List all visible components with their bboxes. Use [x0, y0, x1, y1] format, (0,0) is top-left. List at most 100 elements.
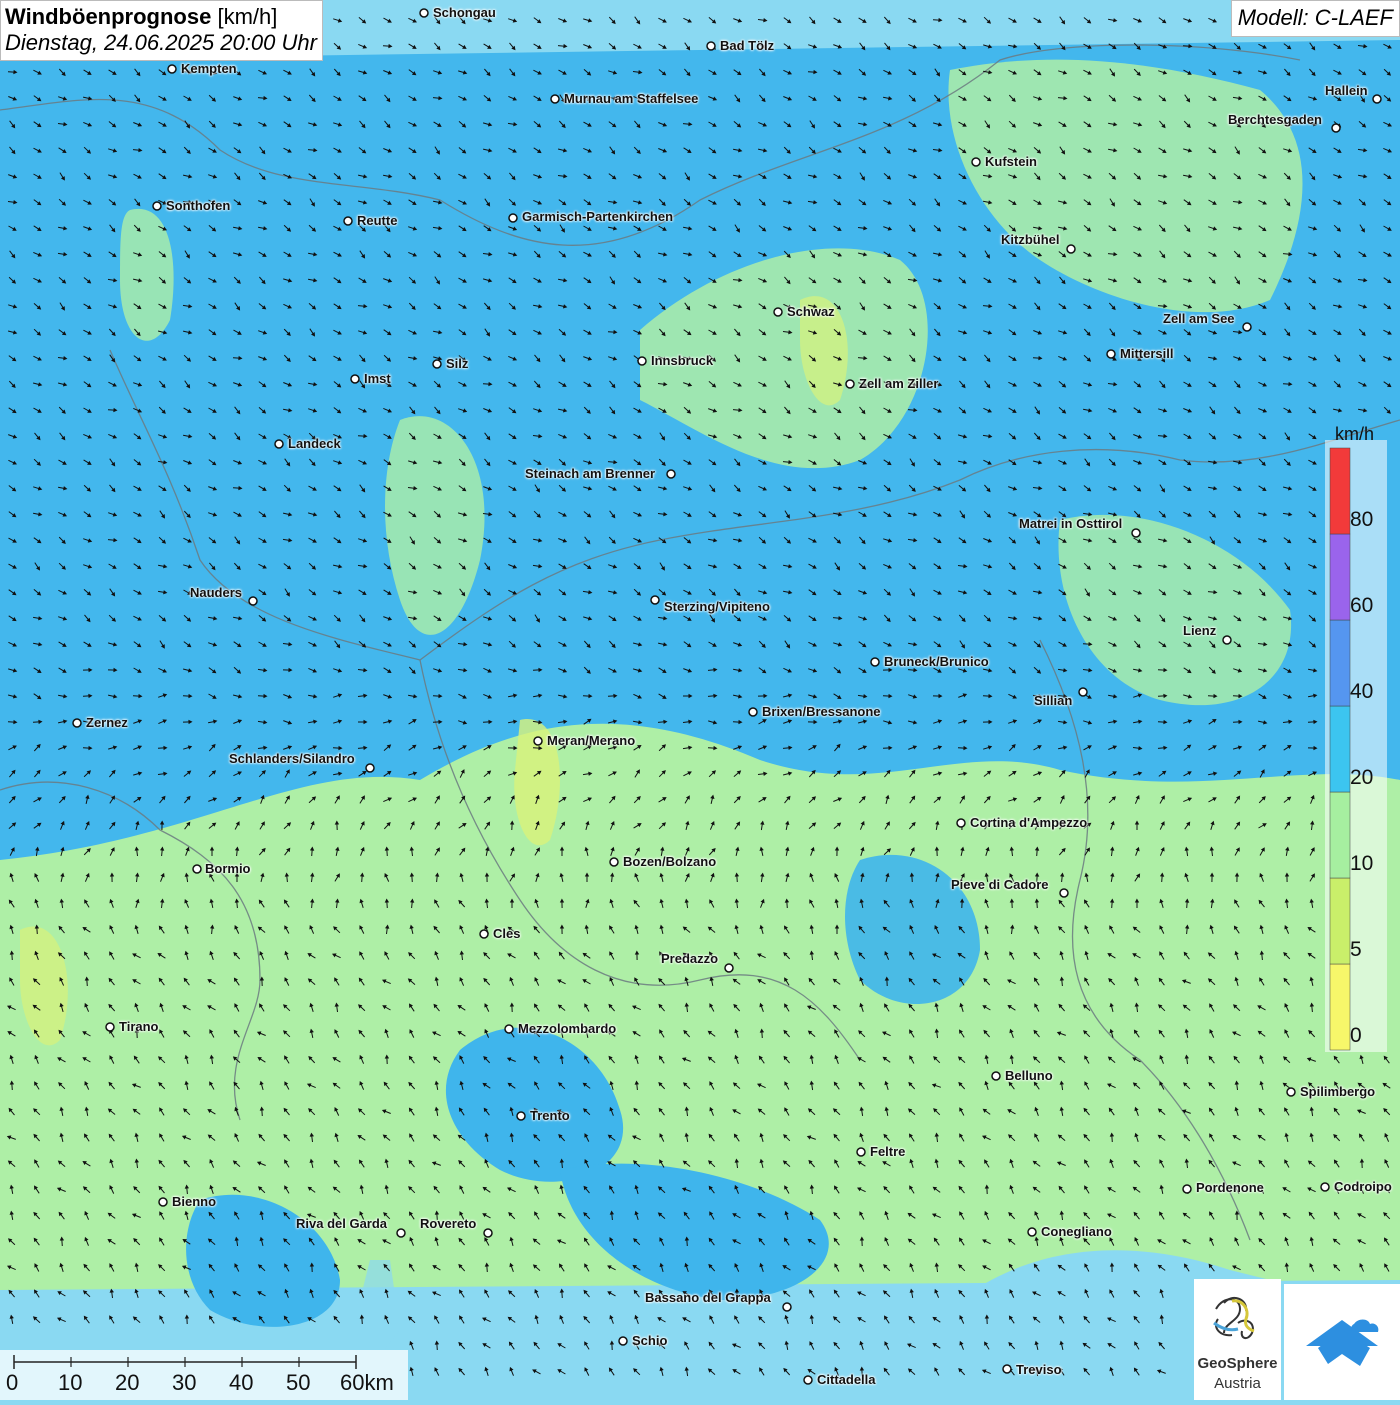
- city-marker-6[interactable]: [972, 158, 980, 166]
- city-marker-20[interactable]: [1132, 529, 1140, 537]
- city-marker-40[interactable]: [517, 1112, 525, 1120]
- city-marker-31[interactable]: [610, 858, 618, 866]
- city-label-bassano[interactable]: Bassano del Grappa: [645, 1291, 771, 1305]
- city-marker-16[interactable]: [351, 375, 359, 383]
- city-label-schlanders[interactable]: Schlanders/Silandro: [229, 752, 355, 766]
- city-label-riva-del-garda[interactable]: Riva del Garda: [296, 1217, 387, 1231]
- city-label-pieve-di-cadore[interactable]: Pieve di Cadore: [951, 878, 1049, 892]
- city-label-sillian[interactable]: Sillian: [1034, 694, 1072, 708]
- city-marker-38[interactable]: [992, 1072, 1000, 1080]
- city-marker-23[interactable]: [1223, 636, 1231, 644]
- city-label-rovereto[interactable]: Rovereto: [420, 1217, 476, 1231]
- city-label-bienno[interactable]: Bienno: [172, 1195, 216, 1209]
- city-label-conegliano[interactable]: Conegliano: [1041, 1225, 1112, 1239]
- city-marker-44[interactable]: [1321, 1183, 1329, 1191]
- city-marker-47[interactable]: [1028, 1228, 1036, 1236]
- city-marker-19[interactable]: [667, 470, 675, 478]
- city-label-zell-am-ziller[interactable]: Zell am Ziller: [859, 377, 938, 391]
- city-label-murnau[interactable]: Murnau am Staffelsee: [564, 92, 698, 106]
- city-marker-27[interactable]: [73, 719, 81, 727]
- city-marker-30[interactable]: [957, 819, 965, 827]
- city-label-mittersill[interactable]: Mittersill: [1120, 347, 1173, 361]
- city-marker-13[interactable]: [1107, 350, 1115, 358]
- city-marker-14[interactable]: [638, 357, 646, 365]
- city-label-brixen[interactable]: Brixen/Bressanone: [762, 705, 881, 719]
- city-label-schwaz[interactable]: Schwaz: [787, 305, 835, 319]
- city-marker-4[interactable]: [1373, 95, 1381, 103]
- city-marker-28[interactable]: [534, 737, 542, 745]
- city-label-schio[interactable]: Schio: [632, 1334, 667, 1348]
- app-logo[interactable]: [1284, 1284, 1400, 1400]
- city-label-schongau[interactable]: Schongau: [433, 6, 496, 20]
- city-marker-51[interactable]: [804, 1376, 812, 1384]
- city-marker-35[interactable]: [725, 964, 733, 972]
- city-marker-24[interactable]: [871, 658, 879, 666]
- wind-gust-map[interactable]: Windböenprognose [km/h] Dienstag, 24.06.…: [0, 0, 1400, 1400]
- city-marker-45[interactable]: [397, 1229, 405, 1237]
- city-marker-33[interactable]: [1060, 889, 1068, 897]
- geosphere-logo[interactable]: GeoSphere Austria: [1194, 1279, 1281, 1400]
- city-marker-2[interactable]: [168, 65, 176, 73]
- city-label-pordenone[interactable]: Pordenone: [1196, 1181, 1264, 1195]
- city-label-sterzing[interactable]: Sterzing/Vipiteno: [664, 600, 770, 614]
- city-label-lienz[interactable]: Lienz: [1183, 624, 1216, 638]
- city-label-kufstein[interactable]: Kufstein: [985, 155, 1037, 169]
- city-marker-39[interactable]: [1287, 1088, 1295, 1096]
- city-marker-46[interactable]: [484, 1229, 492, 1237]
- city-marker-26[interactable]: [749, 708, 757, 716]
- city-label-silz[interactable]: Silz: [446, 357, 468, 371]
- city-label-meran[interactable]: Meran/Merano: [547, 734, 635, 748]
- city-label-codroipo[interactable]: Codroipo: [1334, 1180, 1392, 1194]
- city-marker-11[interactable]: [774, 308, 782, 316]
- city-label-bruneck[interactable]: Bruneck/Brunico: [884, 655, 989, 669]
- city-label-belluno[interactable]: Belluno: [1005, 1069, 1053, 1083]
- city-marker-48[interactable]: [783, 1303, 791, 1311]
- city-marker-17[interactable]: [846, 380, 854, 388]
- city-label-cittadella[interactable]: Cittadella: [817, 1373, 876, 1387]
- city-label-bad-toelz[interactable]: Bad Tölz: [720, 39, 774, 53]
- city-label-tirano[interactable]: Tirano: [119, 1020, 159, 1034]
- city-label-spilimbergo[interactable]: Spilimbergo: [1300, 1085, 1375, 1099]
- city-label-reutte[interactable]: Reutte: [357, 214, 397, 228]
- city-marker-50[interactable]: [1003, 1365, 1011, 1373]
- city-label-cles[interactable]: Cles: [493, 927, 520, 941]
- city-marker-15[interactable]: [433, 360, 441, 368]
- city-marker-9[interactable]: [509, 214, 517, 222]
- city-label-steinach[interactable]: Steinach am Brenner: [525, 467, 655, 481]
- city-label-trento[interactable]: Trento: [530, 1109, 570, 1123]
- city-marker-42[interactable]: [159, 1198, 167, 1206]
- city-marker-0[interactable]: [420, 9, 428, 17]
- city-marker-41[interactable]: [857, 1148, 865, 1156]
- city-label-feltre[interactable]: Feltre: [870, 1145, 905, 1159]
- city-marker-8[interactable]: [344, 217, 352, 225]
- city-label-predazzo[interactable]: Predazzo: [661, 952, 718, 966]
- city-marker-3[interactable]: [551, 95, 559, 103]
- city-label-zernez[interactable]: Zernez: [86, 716, 128, 730]
- city-label-berchtesgaden[interactable]: Berchtesgaden: [1228, 113, 1322, 127]
- city-label-cortina[interactable]: Cortina d'Ampezzo: [970, 816, 1087, 830]
- city-marker-25[interactable]: [1079, 688, 1087, 696]
- city-marker-12[interactable]: [1243, 323, 1251, 331]
- city-marker-43[interactable]: [1183, 1185, 1191, 1193]
- city-label-landeck[interactable]: Landeck: [288, 437, 341, 451]
- city-label-sonthofen[interactable]: Sonthofen: [166, 199, 230, 213]
- city-label-bozen[interactable]: Bozen/Bolzano: [623, 855, 716, 869]
- city-label-innsbruck[interactable]: Innsbruck: [651, 354, 713, 368]
- city-marker-36[interactable]: [106, 1023, 114, 1031]
- city-marker-10[interactable]: [1067, 245, 1075, 253]
- city-label-zell-am-see[interactable]: Zell am See: [1163, 312, 1235, 326]
- city-marker-7[interactable]: [153, 202, 161, 210]
- city-label-mezzolombardo[interactable]: Mezzolombardo: [518, 1022, 616, 1036]
- city-marker-22[interactable]: [651, 596, 659, 604]
- city-label-matrei[interactable]: Matrei in Osttirol: [1019, 517, 1122, 531]
- city-marker-18[interactable]: [275, 440, 283, 448]
- city-marker-1[interactable]: [707, 42, 715, 50]
- city-label-nauders[interactable]: Nauders: [190, 586, 242, 600]
- city-label-garmisch[interactable]: Garmisch-Partenkirchen: [522, 210, 673, 224]
- city-label-treviso[interactable]: Treviso: [1016, 1363, 1062, 1377]
- city-label-kempten[interactable]: Kempten: [181, 62, 237, 76]
- city-label-kitzbuehel[interactable]: Kitzbühel: [1001, 233, 1060, 247]
- city-marker-21[interactable]: [249, 597, 257, 605]
- city-marker-37[interactable]: [505, 1025, 513, 1033]
- city-label-imst[interactable]: Imst: [364, 372, 391, 386]
